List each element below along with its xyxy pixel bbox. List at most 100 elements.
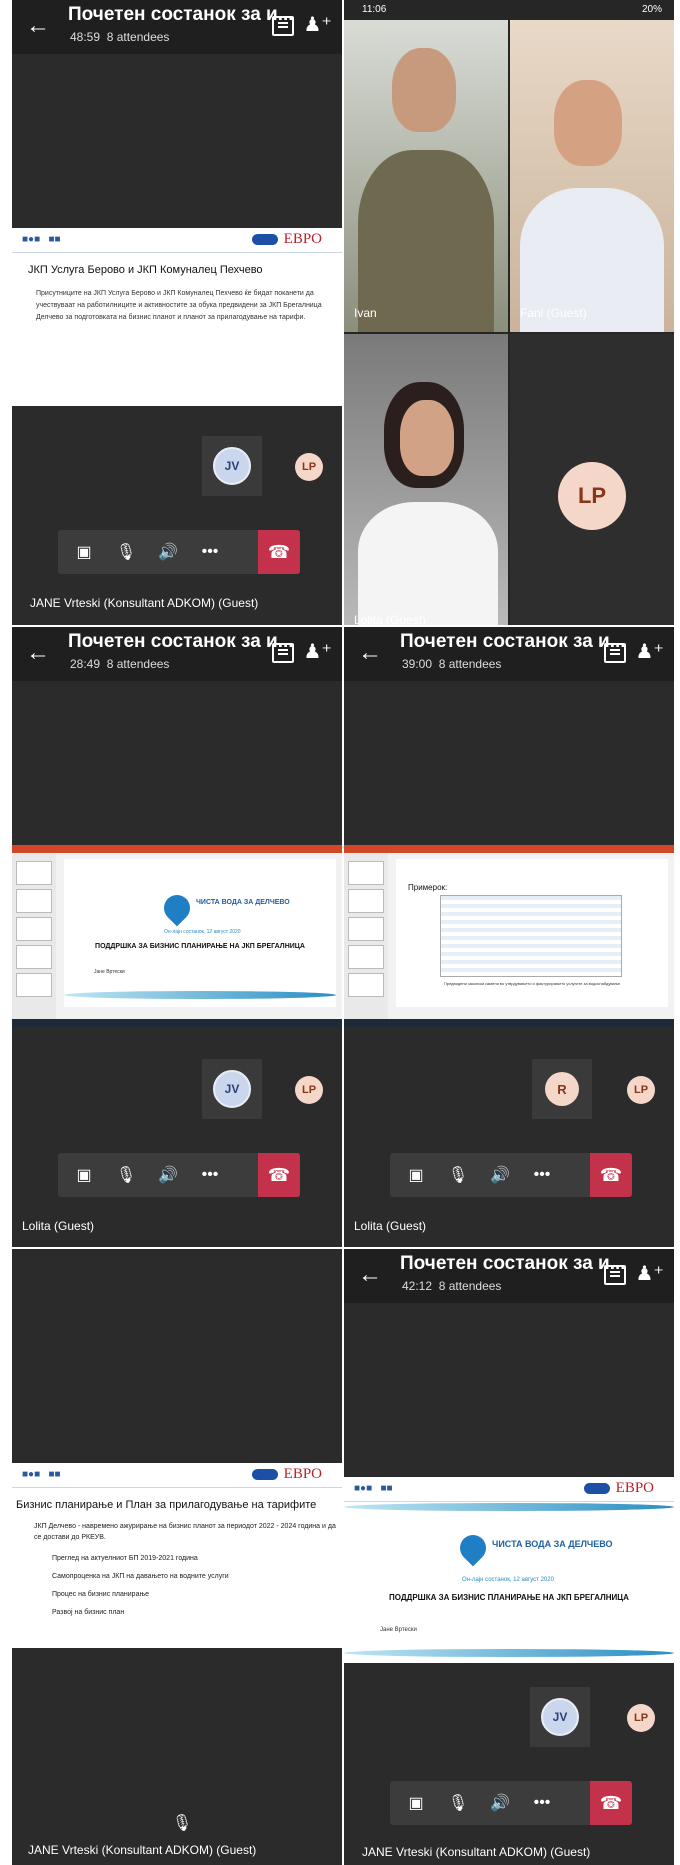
- avatar[interactable]: LP: [627, 1704, 655, 1732]
- app-titlebar: [12, 845, 342, 853]
- avatar[interactable]: LP: [295, 1076, 323, 1104]
- video-off-icon[interactable]: ▣: [396, 1781, 436, 1825]
- evro-logo: EBPO: [283, 1466, 322, 1482]
- thumb[interactable]: [348, 945, 384, 969]
- meeting-header: ← Почетен состанок за и... 39:00 8 atten…: [344, 627, 674, 681]
- hangup-icon[interactable]: ☎: [590, 1153, 632, 1197]
- hangup-icon[interactable]: ☎: [258, 1153, 300, 1197]
- people-add-icon[interactable]: ♟⁺: [636, 639, 665, 664]
- meeting-title: Почетен состанок за и...: [68, 631, 294, 652]
- avatar[interactable]: LP: [627, 1076, 655, 1104]
- partner-logos: ■●■ ■■: [22, 1469, 61, 1480]
- call-controls: ▣ 🎙 🔊 ••• ☎: [390, 1153, 632, 1197]
- slide-thumbnails[interactable]: [12, 853, 56, 1019]
- active-speaker-name: JANE Vrteski (Konsultant ADKOM) (Guest): [28, 1843, 257, 1857]
- person-body: [358, 502, 498, 625]
- chat-icon[interactable]: [604, 643, 626, 663]
- hangup-icon[interactable]: ☎: [258, 530, 300, 574]
- speaker-icon[interactable]: 🔊: [480, 1781, 520, 1825]
- meeting-panel-5: ■●■ ■■ EBPO Бизнис планирање и План за п…: [12, 1249, 342, 1865]
- thumb[interactable]: [16, 889, 52, 913]
- thumb[interactable]: [16, 973, 52, 997]
- people-add-icon[interactable]: ♟⁺: [304, 639, 333, 664]
- mic-off-icon[interactable]: 🎙: [106, 1153, 146, 1197]
- slide-logo-bar: ■●■ ■■ EBPO: [344, 1477, 674, 1502]
- participant-tile[interactable]: R: [532, 1059, 592, 1119]
- video-tile-ivan[interactable]: Ivan: [344, 20, 508, 332]
- person-head: [392, 48, 456, 132]
- active-speaker-name: Lolita (Guest): [354, 1219, 427, 1233]
- active-speaker-name: JANE Vrteski (Konsultant ADKOM) (Guest): [30, 596, 259, 610]
- video-tile-lolita[interactable]: Lolita (Guest): [344, 334, 508, 625]
- speaker-icon[interactable]: 🔊: [148, 1153, 188, 1197]
- participant-name: Fani (Guest): [520, 306, 587, 320]
- shared-screen: ЧИСТА ВОДА ЗА ДЕЛЧЕВО Он-лајн состанок, …: [12, 845, 342, 1027]
- slide-caption: Предвидени законски измени во утврдување…: [443, 981, 621, 986]
- thumb[interactable]: [348, 861, 384, 885]
- thumb[interactable]: [16, 945, 52, 969]
- meeting-panel-3: ← Почетен состанок за и... 28:49 8 atten…: [12, 627, 342, 1247]
- back-arrow-icon[interactable]: ←: [358, 641, 382, 665]
- back-arrow-icon[interactable]: ←: [26, 14, 50, 38]
- mic-off-icon[interactable]: 🎙: [106, 530, 146, 574]
- participant-name: Lolita (Guest): [354, 613, 427, 625]
- mic-off-icon[interactable]: 🎙: [438, 1781, 478, 1825]
- mic-off-icon[interactable]: 🎙: [162, 1801, 202, 1845]
- more-icon[interactable]: •••: [190, 1153, 230, 1197]
- speaker-icon[interactable]: 🔊: [148, 530, 188, 574]
- back-arrow-icon[interactable]: ←: [358, 1263, 382, 1287]
- slide-thumbnails[interactable]: [344, 853, 388, 1019]
- slide-body: Присутниците на ЈКП Услуга Берово и ЈКП …: [36, 290, 322, 321]
- people-add-icon[interactable]: ♟⁺: [304, 12, 333, 37]
- thumb[interactable]: [348, 889, 384, 913]
- slide-logo-bar: ■●■ ■■ EBPO: [12, 228, 342, 253]
- slide-bullet: ЈКП Делчево - навремено ажурирање на биз…: [34, 1523, 336, 1541]
- chat-icon[interactable]: [272, 643, 294, 663]
- more-icon[interactable]: •••: [522, 1153, 562, 1197]
- video-off-icon[interactable]: ▣: [396, 1153, 436, 1197]
- meeting-panel-2: 11:06 20% Ivan Fani (Guest) Lolita (Gues…: [344, 0, 674, 625]
- hangup-icon[interactable]: ☎: [590, 1781, 632, 1825]
- slide-canvas: Примерок: Предвидени законски измени во …: [396, 859, 668, 1007]
- avatar-tile-lp[interactable]: LP: [510, 334, 674, 625]
- slide-date: Он-лајн состанок, 12 август 2020: [164, 929, 241, 935]
- evro-logo: EBPO: [615, 1480, 654, 1496]
- video-off-icon[interactable]: ▣: [64, 530, 104, 574]
- eu-flag-icon: [584, 1483, 610, 1494]
- video-tile-fani[interactable]: Fani (Guest): [510, 20, 674, 332]
- chat-icon[interactable]: [272, 16, 294, 36]
- meeting-header: ← Почетен состанок за и... 48:59 8 atten…: [12, 0, 342, 54]
- meeting-status: 28:49 8 attendees: [70, 657, 170, 671]
- meeting-header: ← Почетен состанок за и... 28:49 8 atten…: [12, 627, 342, 681]
- people-add-icon[interactable]: ♟⁺: [636, 1261, 665, 1286]
- brand-name: ЧИСТА ВОДА ЗА ДЕЛЧЕВО: [196, 899, 290, 906]
- slide-title: Бизнис планирање и План за прилагодување…: [16, 1499, 317, 1511]
- participant-tile[interactable]: JV: [530, 1687, 590, 1747]
- thumb[interactable]: [16, 917, 52, 941]
- slide-bullet: Преглед на актуелниот БП 2019-2021 годин…: [52, 1555, 198, 1562]
- slide-author: Јане Вртески: [380, 1627, 417, 1633]
- mic-off-icon[interactable]: 🎙: [438, 1153, 478, 1197]
- slide-bullet: Развој на бизнис план: [52, 1609, 125, 1616]
- thumb[interactable]: [348, 917, 384, 941]
- thumb[interactable]: [348, 973, 384, 997]
- meeting-status: 39:00 8 attendees: [402, 657, 502, 671]
- avatar[interactable]: LP: [295, 453, 323, 481]
- speaker-icon[interactable]: 🔊: [480, 1153, 520, 1197]
- more-icon[interactable]: •••: [522, 1781, 562, 1825]
- avatar: JV: [213, 447, 251, 485]
- eu-flag-icon: [252, 1469, 278, 1480]
- data-table: [440, 895, 622, 977]
- participant-tile[interactable]: JV: [202, 1059, 262, 1119]
- call-controls: ▣ 🎙 🔊 ••• ☎: [58, 530, 300, 574]
- meeting-title: Почетен состанок за и...: [400, 1253, 626, 1274]
- chat-icon[interactable]: [604, 1265, 626, 1285]
- back-arrow-icon[interactable]: ←: [26, 641, 50, 665]
- slide-title: Примерок:: [408, 883, 448, 892]
- participant-tile[interactable]: JV: [202, 436, 262, 496]
- more-icon[interactable]: •••: [190, 530, 230, 574]
- wave-decoration: [344, 1503, 674, 1511]
- video-off-icon[interactable]: ▣: [64, 1153, 104, 1197]
- avatar: R: [545, 1072, 579, 1106]
- thumb[interactable]: [16, 861, 52, 885]
